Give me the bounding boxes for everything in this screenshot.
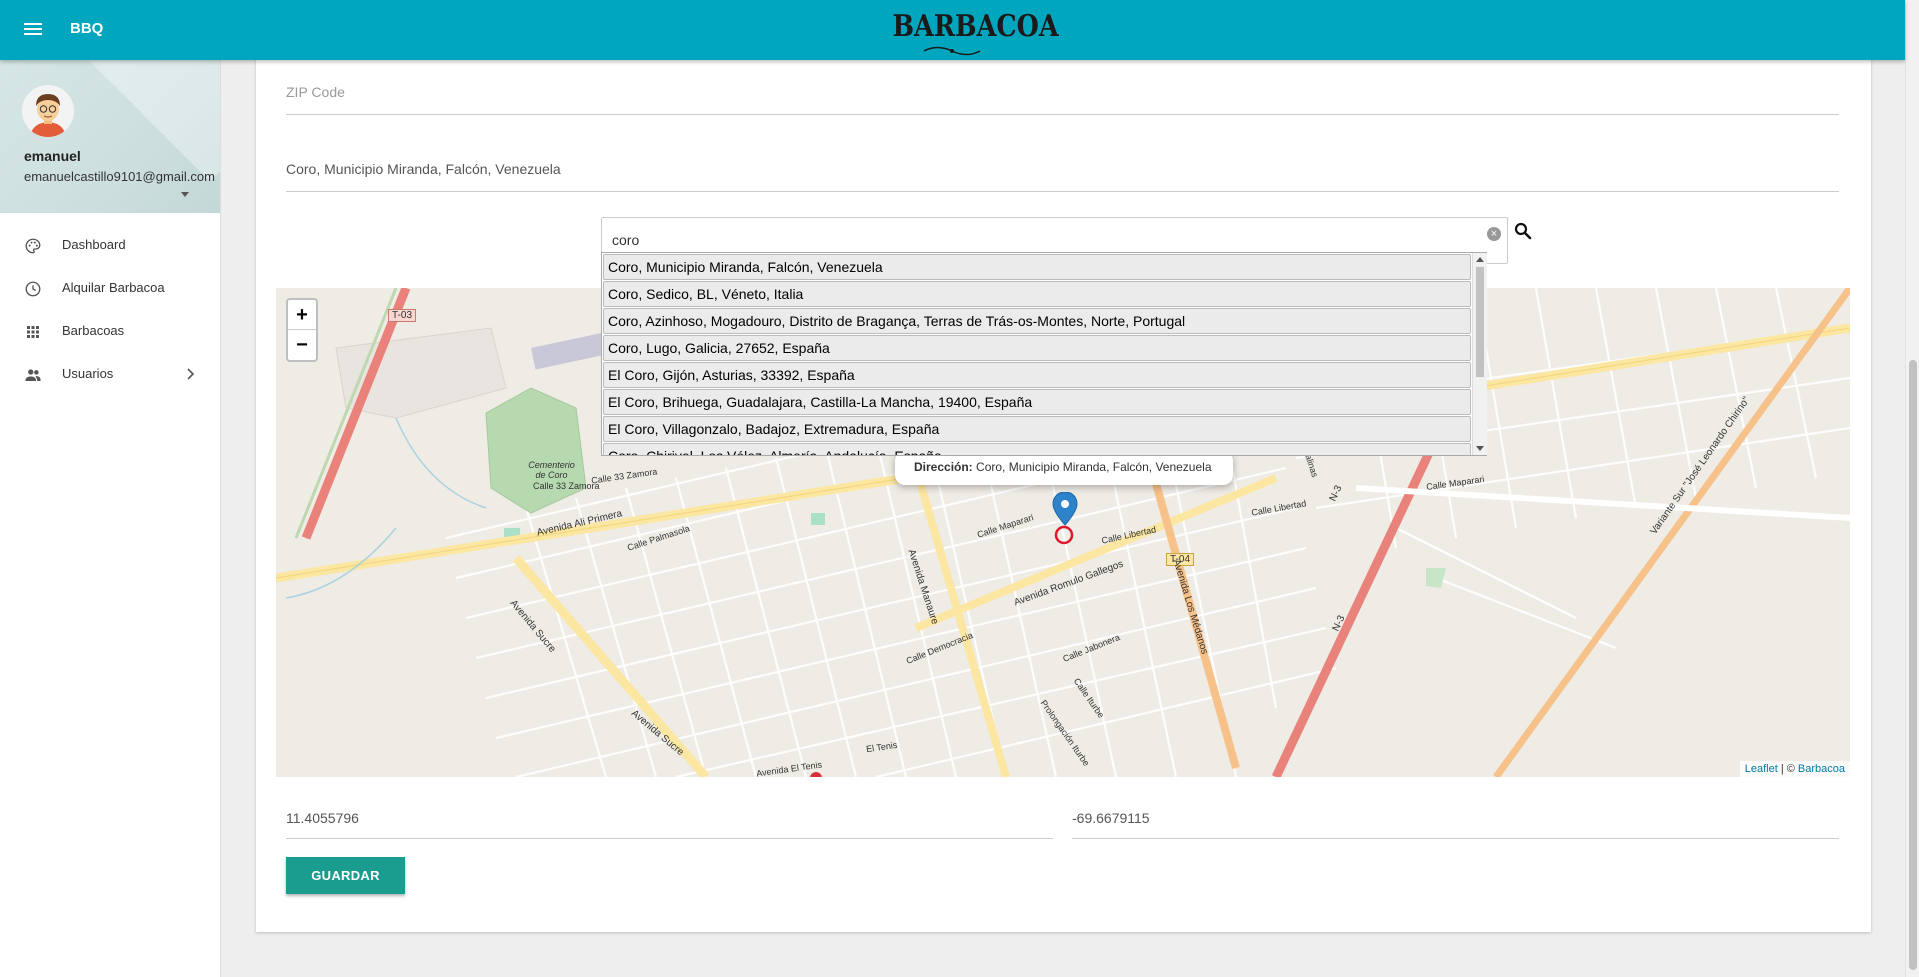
map-label-t03: T-03 (388, 309, 417, 322)
user-info-panel: emanuel emanuelcastillo9101@gmail.com (0, 60, 220, 213)
zip-code-input[interactable] (286, 84, 1839, 100)
search-icon[interactable] (1514, 222, 1532, 245)
save-button[interactable]: GUARDAR (286, 857, 405, 894)
sidebar-item-label: Alquilar Barbacoa (62, 280, 165, 295)
address-field[interactable] (286, 161, 1839, 192)
sidebar-item-label: Barbacoas (62, 323, 125, 338)
sidebar-item-barbacoas[interactable]: Barbacoas (0, 309, 220, 352)
search-result-option[interactable]: Coro, Azinhoso, Mogadouro, Distrito de B… (603, 308, 1471, 334)
barbacoa-logo: BARBACOA (882, 6, 1059, 56)
clock-icon (25, 281, 41, 297)
chevron-right-icon (187, 368, 195, 380)
sidebar-item-alquilar[interactable]: Alquilar Barbacoa (0, 266, 220, 309)
clear-icon[interactable]: × (1487, 227, 1501, 241)
user-menu-caret-icon[interactable] (181, 192, 189, 197)
palette-icon (25, 238, 41, 254)
search-result-option[interactable]: Coro, Municipio Miranda, Falcón, Venezue… (603, 254, 1471, 280)
search-result-option[interactable]: El Coro, Villagonzalo, Badajoz, Extremad… (603, 416, 1471, 442)
search-result-option[interactable]: Coro, Chirivel, Los Vélez, Almería, Anda… (603, 443, 1471, 455)
sidebar-item-label: Dashboard (62, 237, 126, 252)
longitude-input[interactable] (1072, 810, 1839, 826)
popup-label: Dirección: (914, 460, 973, 474)
leaflet-link[interactable]: Leaflet (1745, 763, 1778, 775)
latitude-field[interactable] (286, 795, 1053, 839)
sidebar-item-label: Usuarios (62, 366, 114, 381)
longitude-field[interactable] (1072, 795, 1839, 839)
search-result-option[interactable]: El Coro, Brihuega, Guadalajara, Castilla… (603, 389, 1471, 415)
zoom-in-button[interactable]: + (288, 300, 316, 330)
sidebar: emanuel emanuelcastillo9101@gmail.com Da… (0, 60, 221, 977)
user-email: emanuelcastillo9101@gmail.com (24, 169, 215, 184)
address-input[interactable] (286, 161, 1839, 177)
map-label-calle33: Calle 33 Zamora (533, 481, 600, 491)
search-result-option[interactable]: Coro, Lugo, Galicia, 27652, España (603, 335, 1471, 361)
zoom-control: + − (286, 298, 318, 362)
hamburger-menu-icon[interactable] (24, 20, 42, 40)
logo-text: BARBACOA (892, 9, 1059, 44)
search-result-option[interactable]: Coro, Sedico, BL, Véneto, Italia (603, 281, 1471, 307)
page-scrollbar[interactable] (1905, 0, 1919, 977)
sidebar-item-dashboard[interactable]: Dashboard (0, 223, 220, 266)
popup-value: Coro, Municipio Miranda, Falcón, Venezue… (976, 460, 1212, 474)
user-name: emanuel (24, 148, 81, 164)
search-result-option[interactable]: El Coro, Gijón, Asturias, 33392, España (603, 362, 1471, 388)
barbacoa-link[interactable]: Barbacoa (1798, 763, 1845, 775)
grid-icon (27, 326, 39, 338)
map-attribution: Leaflet | © Barbacoa (1739, 761, 1850, 777)
sidebar-item-usuarios[interactable]: Usuarios (0, 352, 220, 395)
search-results-dropdown: Coro, Municipio Miranda, Falcón, Venezue… (601, 252, 1487, 456)
attribution-separator: | © (1777, 763, 1798, 775)
geocoder-search-input[interactable] (612, 232, 1452, 248)
sidebar-nav: Dashboard Alquilar Barbacoa Barbacoas Us… (0, 223, 220, 395)
latitude-input[interactable] (286, 810, 1053, 826)
top-app-bar: BBQ BARBACOA (0, 0, 1905, 60)
people-icon (25, 369, 41, 381)
map-pin-icon[interactable] (1052, 492, 1078, 552)
brand-label[interactable]: BBQ (70, 20, 103, 37)
avatar[interactable] (22, 85, 74, 137)
map-label-cementerio: Cementerio de Coro (528, 460, 575, 480)
dropdown-scrollbar[interactable] (1472, 253, 1487, 455)
zoom-out-button[interactable]: − (288, 330, 316, 360)
map-popup: Dirección: Coro, Municipio Miranda, Falc… (895, 451, 1233, 485)
zip-code-field[interactable] (286, 84, 1839, 115)
logo-flourish-icon (923, 46, 981, 56)
